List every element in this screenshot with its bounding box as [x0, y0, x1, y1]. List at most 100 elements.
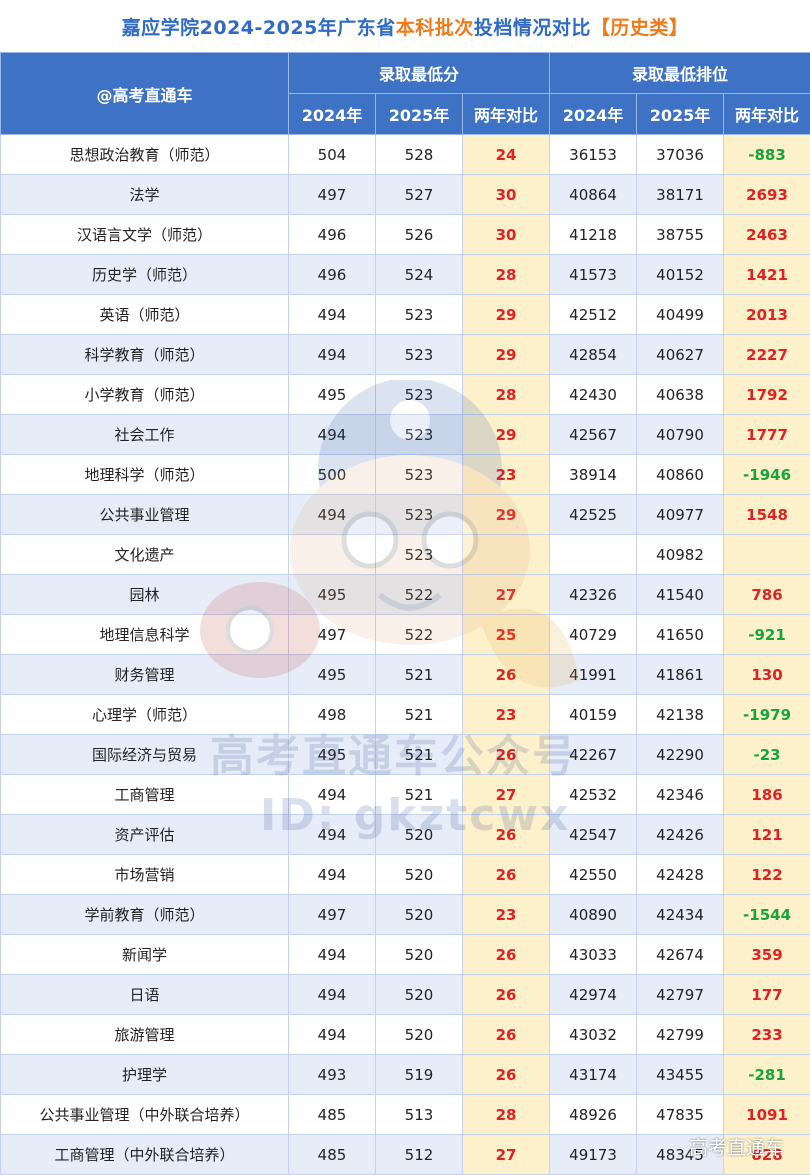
score-diff-cell: 26: [463, 855, 550, 895]
rank-2024-cell: 42854: [550, 335, 637, 375]
rank-diff-cell: [724, 535, 810, 575]
table-row: 地理信息科学497522254072941650-921: [1, 615, 810, 655]
major-name-cell: 公共事业管理: [1, 495, 289, 535]
rank-2024-cell: 41991: [550, 655, 637, 695]
score-diff-cell: 26: [463, 1015, 550, 1055]
title-part-batch: 本科批次: [396, 13, 474, 40]
score-2025-cell: 520: [376, 1015, 463, 1055]
rank-2024-cell: 38914: [550, 455, 637, 495]
rank-diff-cell: -281: [724, 1055, 810, 1095]
rank-2025-cell: 38171: [637, 175, 724, 215]
score-2025-cell: 523: [376, 455, 463, 495]
rank-2024-cell: 42547: [550, 815, 637, 855]
rank-diff-cell: 186: [724, 775, 810, 815]
score-2025-cell: 521: [376, 655, 463, 695]
rank-2025-cell: 41650: [637, 615, 724, 655]
major-name-cell: 护理学: [1, 1055, 289, 1095]
rank-2024-cell: 48926: [550, 1095, 637, 1135]
score-2025-cell: 523: [376, 375, 463, 415]
major-name-cell: 市场营销: [1, 855, 289, 895]
rank-2025-cell: 42799: [637, 1015, 724, 1055]
score-diff-cell: 23: [463, 895, 550, 935]
rank-diff-cell: -1544: [724, 895, 810, 935]
rank-2024-cell: 43033: [550, 935, 637, 975]
rank-diff-cell: 359: [724, 935, 810, 975]
score-2024-cell: 494: [289, 975, 376, 1015]
score-diff-cell: 29: [463, 295, 550, 335]
score-diff-cell: 30: [463, 175, 550, 215]
table-row: 国际经济与贸易495521264226742290-23: [1, 735, 810, 775]
score-2025-cell: 520: [376, 815, 463, 855]
score-diff-cell: 27: [463, 1135, 550, 1175]
title-part-compare: 投档情况对比: [474, 13, 591, 40]
table-row: 文化遗产52340982: [1, 535, 810, 575]
score-2025-cell: 520: [376, 975, 463, 1015]
rank-2025-cell: 40977: [637, 495, 724, 535]
title-part-category: 【历史类】: [591, 13, 689, 40]
score-2025-cell: 524: [376, 255, 463, 295]
major-name-cell: 新闻学: [1, 935, 289, 975]
score-2024-cell: 494: [289, 415, 376, 455]
score-diff-cell: 25: [463, 615, 550, 655]
rank-diff-cell: -883: [724, 135, 810, 175]
score-diff-cell: 26: [463, 1055, 550, 1095]
major-name-cell: 思想政治教育（师范）: [1, 135, 289, 175]
rank-2025-cell: 42797: [637, 975, 724, 1015]
score-2024-cell: 498: [289, 695, 376, 735]
rank-2024-cell: 42267: [550, 735, 637, 775]
rank-diff-cell: 2693: [724, 175, 810, 215]
score-diff-cell: 29: [463, 495, 550, 535]
score-diff-cell: 27: [463, 775, 550, 815]
corner-watermark: 高考直通车: [689, 1133, 784, 1160]
rank-2024-cell: [550, 535, 637, 575]
score-diff-cell: [463, 535, 550, 575]
rank-2025-cell: 42434: [637, 895, 724, 935]
rank-2025-cell: 42138: [637, 695, 724, 735]
rank-2025-cell: 42290: [637, 735, 724, 775]
table-row: 地理科学（师范）500523233891440860-1946: [1, 455, 810, 495]
score-2025-cell: 528: [376, 135, 463, 175]
rank-2024-cell: 40890: [550, 895, 637, 935]
score-2025-cell: 523: [376, 535, 463, 575]
rank-2024-cell: 49173: [550, 1135, 637, 1175]
score-diff-cell: 29: [463, 335, 550, 375]
rank-2025-cell: 40790: [637, 415, 724, 455]
score-diff-cell: 26: [463, 975, 550, 1015]
major-name-cell: 小学教育（师范）: [1, 375, 289, 415]
score-diff-cell: 27: [463, 575, 550, 615]
table-row: 社会工作4945232942567407901777: [1, 415, 810, 455]
rank-2025-cell: 40499: [637, 295, 724, 335]
rank-diff-cell: 130: [724, 655, 810, 695]
score-2024-cell: 494: [289, 855, 376, 895]
rank-2025-cell: 40860: [637, 455, 724, 495]
title-part-school: 嘉应学院2024-2025年广东省: [122, 13, 396, 40]
table-row: 汉语言文学（师范）4965263041218387552463: [1, 215, 810, 255]
rank-2025-cell: 37036: [637, 135, 724, 175]
major-name-cell: 公共事业管理（中外联合培养）: [1, 1095, 289, 1135]
score-2024-cell: 494: [289, 935, 376, 975]
rank-2024-cell: 41573: [550, 255, 637, 295]
table-row: 英语（师范）4945232942512404992013: [1, 295, 810, 335]
score-diff-cell: 26: [463, 735, 550, 775]
rank-2024-cell: 42532: [550, 775, 637, 815]
score-compare-header: 两年对比: [463, 94, 550, 135]
rank-diff-cell: -1946: [724, 455, 810, 495]
rank-2024-cell: 42974: [550, 975, 637, 1015]
rank-diff-cell: -1979: [724, 695, 810, 735]
rank-2024-cell: 36153: [550, 135, 637, 175]
major-name-cell: 历史学（师范）: [1, 255, 289, 295]
score-2024-cell: 500: [289, 455, 376, 495]
rank-diff-cell: 786: [724, 575, 810, 615]
rank-2025-cell: 38755: [637, 215, 724, 255]
corner-header: @高考直通车: [1, 53, 289, 135]
rank-2024-cell: 41218: [550, 215, 637, 255]
major-name-cell: 心理学（师范）: [1, 695, 289, 735]
score-diff-cell: 26: [463, 655, 550, 695]
rank-diff-cell: 1792: [724, 375, 810, 415]
rank-2024-header: 2024年: [550, 94, 637, 135]
table-row: 公共事业管理（中外联合培养）4855132848926478351091: [1, 1095, 810, 1135]
rank-2025-cell: 41861: [637, 655, 724, 695]
score-2024-cell: 497: [289, 175, 376, 215]
rank-group-header: 录取最低排位: [550, 53, 810, 94]
rank-2025-header: 2025年: [637, 94, 724, 135]
